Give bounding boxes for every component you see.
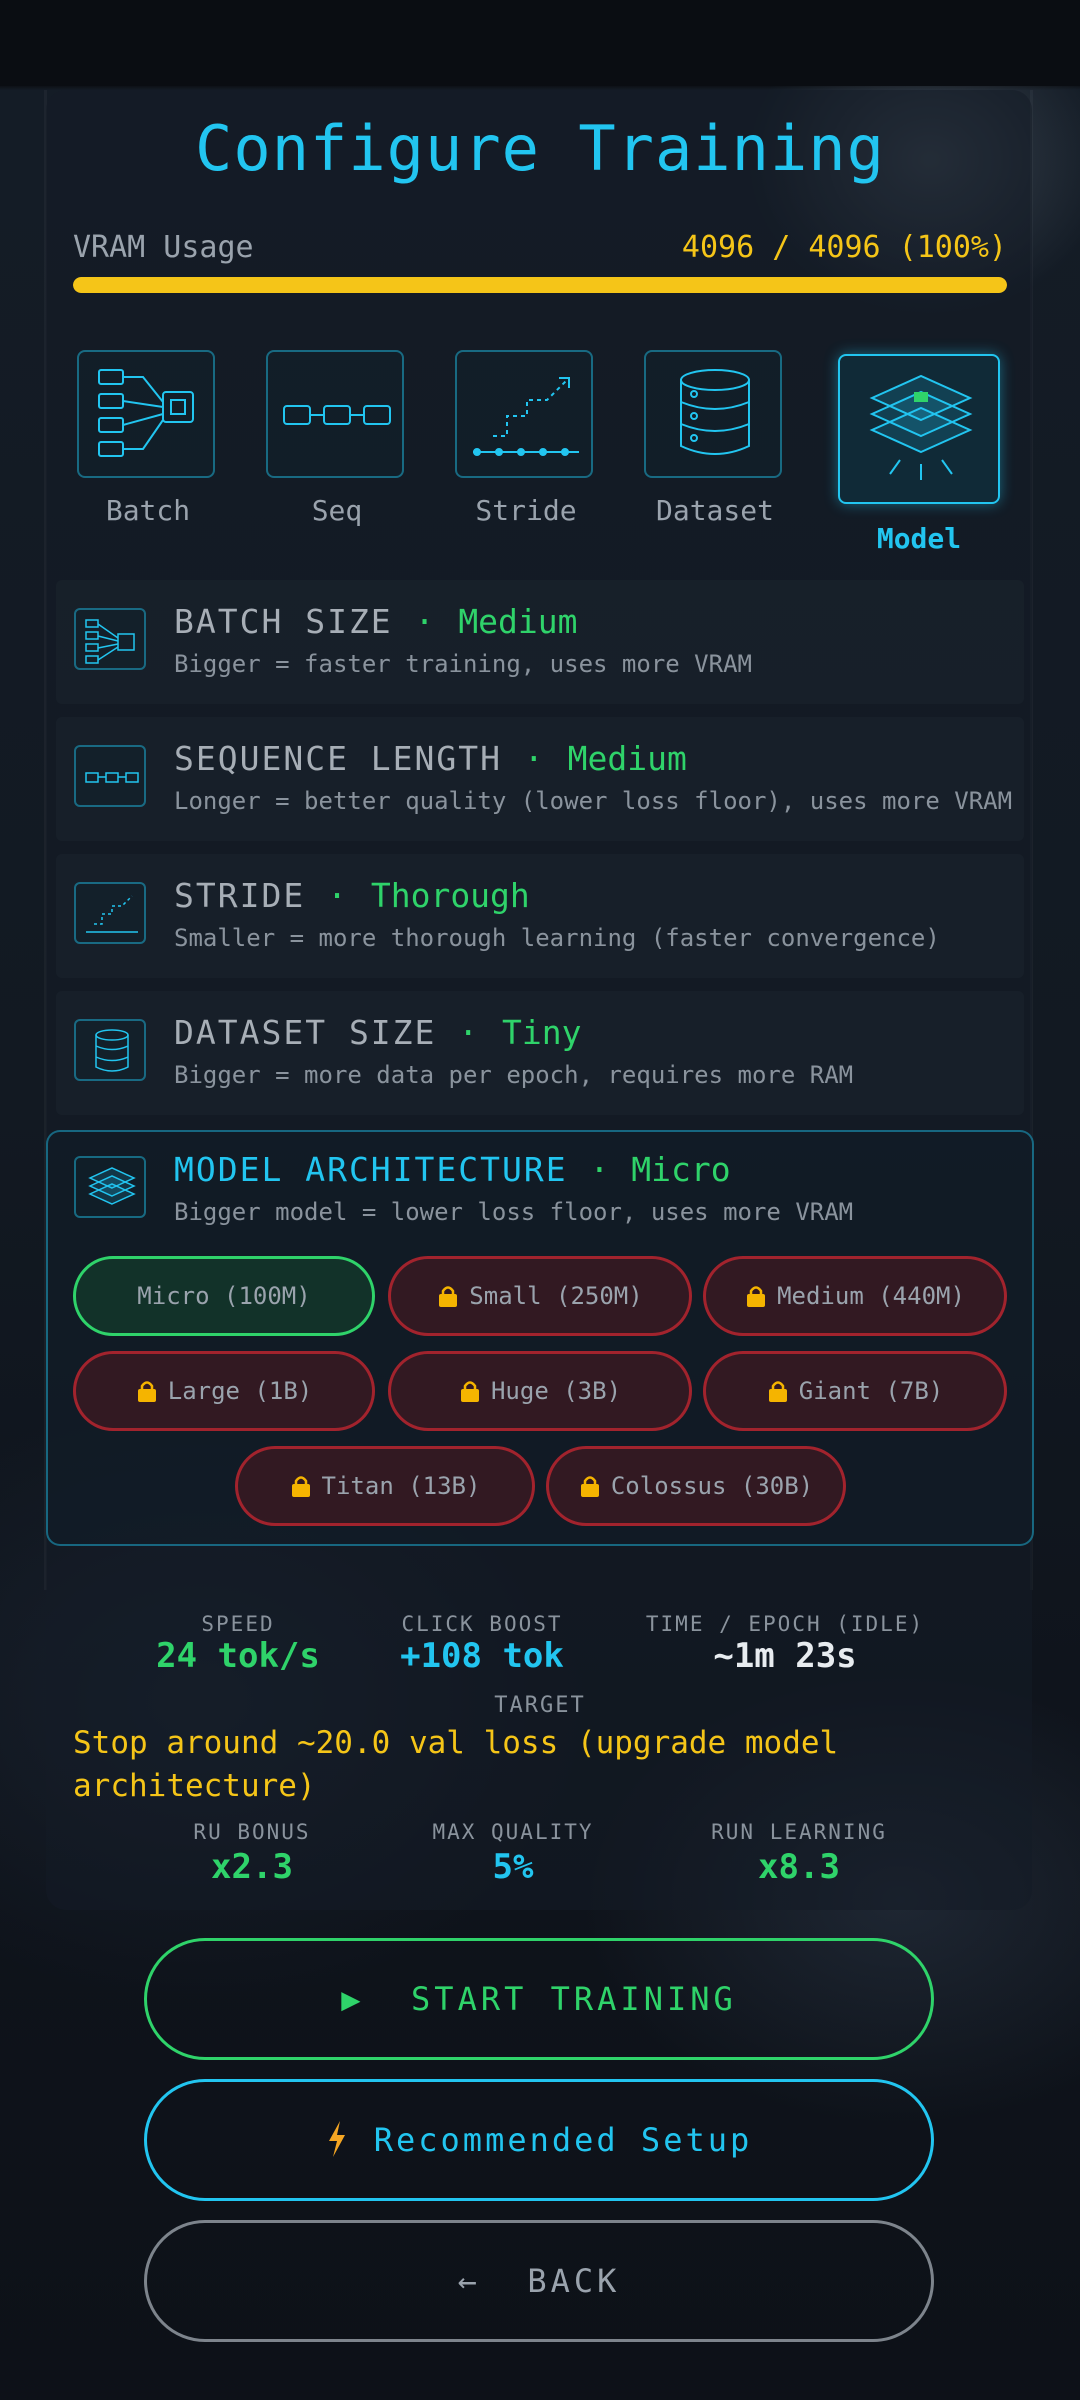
setting-title: BATCH SIZE · Medium — [174, 602, 578, 641]
lock-icon — [767, 1358, 789, 1402]
ru-bonus-value: x2.3 — [211, 1847, 293, 1887]
tab-seq[interactable] — [266, 350, 404, 478]
setting-value: Medium — [567, 739, 687, 778]
model-option-titan[interactable]: Titan (13B) — [235, 1446, 535, 1526]
tab-model-label: Model — [876, 522, 962, 555]
model-option-large[interactable]: Large (1B) — [73, 1351, 375, 1431]
dataset-icon — [74, 1019, 146, 1081]
tab-stride[interactable] — [455, 350, 593, 478]
model-option-medium[interactable]: Medium (440M) — [703, 1256, 1007, 1336]
setting-title: DATASET SIZE · Tiny — [174, 1013, 582, 1052]
lock-icon — [437, 1263, 459, 1307]
model-layers-icon — [74, 1156, 146, 1218]
setting-description: Bigger model = lower loss floor, uses mo… — [174, 1198, 854, 1226]
setting-sequence-length[interactable]: SEQUENCE LENGTH · Medium Longer = better… — [56, 717, 1024, 841]
batch-icon — [98, 369, 194, 457]
setting-description: Longer = better quality (lower loss floo… — [174, 787, 1013, 815]
setting-batch-size[interactable]: BATCH SIZE · Medium Bigger = faster trai… — [56, 580, 1024, 704]
tab-batch-label: Batch — [105, 494, 191, 527]
model-option-huge[interactable]: Huge (3B) — [388, 1351, 692, 1431]
setting-description: Bigger = more data per epoch, requires m… — [174, 1061, 854, 1089]
target-text: Stop around ~20.0 val loss (upgrade mode… — [73, 1725, 839, 1804]
tab-seq-label: Seq — [311, 494, 363, 527]
click-boost-value: +108 tok — [400, 1636, 564, 1676]
back-arrow-icon: ← — [457, 2262, 481, 2300]
tab-batch[interactable] — [77, 350, 215, 478]
run-learning-value: x8.3 — [758, 1847, 840, 1887]
sequence-icon — [74, 745, 146, 807]
setting-stride[interactable]: STRIDE · Thorough Smaller = more thoroug… — [56, 854, 1024, 978]
play-icon: ▶ — [341, 1980, 365, 2018]
tab-stride-label: Stride — [475, 494, 577, 527]
batch-icon — [74, 608, 146, 670]
max-quality-label: MAX QUALITY — [432, 1820, 594, 1844]
setting-value: Tiny — [502, 1013, 582, 1052]
setting-dataset-size[interactable]: DATASET SIZE · Tiny Bigger = more data p… — [56, 991, 1024, 1115]
click-boost-label: CLICK BOOST — [401, 1612, 563, 1636]
tab-dataset-label: Dataset — [655, 494, 774, 527]
setting-value: Micro — [631, 1150, 731, 1189]
time-epoch-label: TIME / EPOCH (IDLE) — [645, 1612, 925, 1636]
back-button[interactable]: ← BACK — [144, 2220, 934, 2342]
time-epoch-value: ~1m 23s — [713, 1636, 857, 1676]
setting-title: SEQUENCE LENGTH · Medium — [174, 739, 687, 778]
tab-model[interactable] — [838, 354, 1000, 504]
tab-dataset[interactable] — [644, 350, 782, 478]
vram-bar — [73, 277, 1007, 293]
recommended-setup-button[interactable]: Recommended Setup — [144, 2079, 934, 2201]
start-training-button[interactable]: ▶ START TRAINING — [144, 1938, 934, 2060]
vram-label: VRAM Usage — [73, 230, 254, 265]
lock-icon — [459, 1358, 481, 1402]
lock-icon — [290, 1453, 312, 1497]
stride-icon — [74, 882, 146, 944]
max-quality-value: 5% — [492, 1847, 534, 1887]
lock-icon — [745, 1263, 767, 1307]
setting-description: Bigger = faster training, uses more VRAM — [174, 650, 752, 678]
setting-title: STRIDE · Thorough — [174, 876, 530, 915]
model-layers-icon — [869, 374, 973, 480]
model-option-colossus[interactable]: Colossus (30B) — [546, 1446, 846, 1526]
model-option-giant[interactable]: Giant (7B) — [703, 1351, 1007, 1431]
lightning-bolt-icon — [326, 2088, 348, 2157]
setting-model-architecture[interactable]: MODEL ARCHITECTURE · Micro Bigger model … — [56, 1128, 1024, 1252]
target-label: TARGET — [494, 1693, 586, 1718]
stride-icon — [473, 377, 579, 456]
setting-value: Thorough — [370, 876, 530, 915]
run-learning-label: RUN LEARNING — [711, 1820, 887, 1844]
ru-bonus-label: RU BONUS — [193, 1820, 311, 1844]
vram-value: 4096 / 4096 (100%) — [681, 230, 1007, 265]
lock-icon — [579, 1453, 601, 1497]
setting-description: Smaller = more thorough learning (faster… — [174, 924, 940, 952]
page-title: Configure Training — [195, 112, 885, 185]
vram-bar-fill — [73, 277, 1007, 293]
lock-icon — [136, 1358, 158, 1402]
setting-value: Medium — [458, 602, 578, 641]
status-bar — [0, 0, 1080, 86]
sequence-icon — [283, 405, 391, 425]
model-option-micro[interactable]: Micro (100M) — [73, 1256, 375, 1336]
dataset-icon — [680, 369, 750, 455]
model-option-small[interactable]: Small (250M) — [388, 1256, 692, 1336]
setting-title: MODEL ARCHITECTURE · Micro — [174, 1150, 731, 1189]
